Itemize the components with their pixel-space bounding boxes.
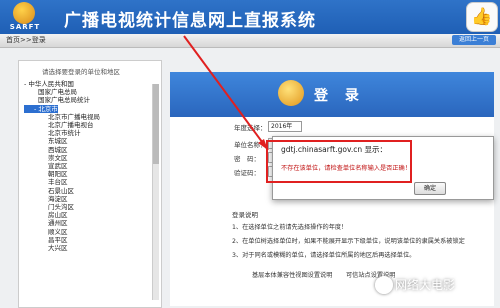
arrow-line — [183, 35, 269, 151]
arrow-head — [258, 139, 268, 150]
red-arrow — [183, 35, 269, 151]
